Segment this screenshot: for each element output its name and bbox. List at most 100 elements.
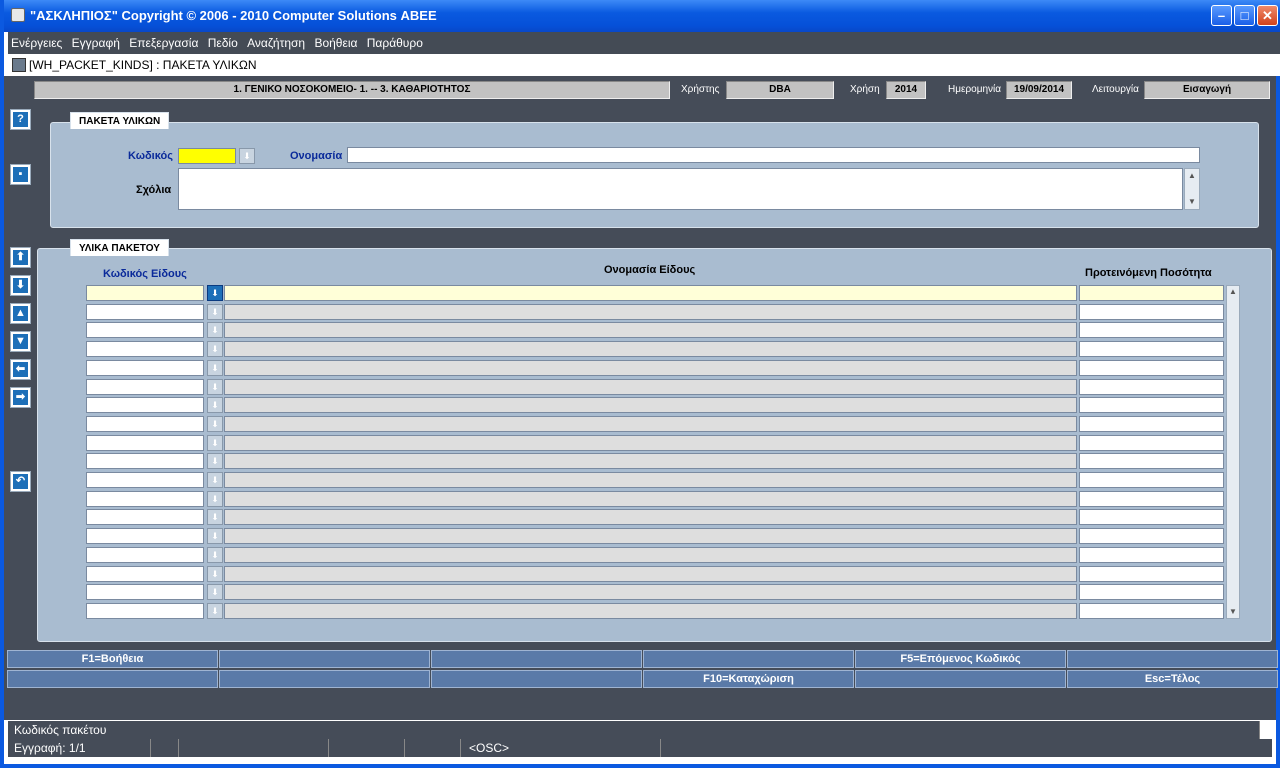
item-code-input[interactable] xyxy=(86,509,204,526)
item-qty-input[interactable] xyxy=(1079,546,1224,563)
col-suggested-qty: Προτεινόμενη Ποσότητα xyxy=(1085,267,1212,279)
fkey-button[interactable] xyxy=(219,670,430,688)
item-qty-input[interactable] xyxy=(1079,434,1224,451)
item-qty-input[interactable] xyxy=(1079,378,1224,395)
name-input[interactable] xyxy=(347,147,1200,163)
item-lov-button[interactable]: ⬇ xyxy=(207,285,223,301)
item-lov-button[interactable]: ⬇ xyxy=(207,322,223,339)
item-code-input[interactable] xyxy=(86,434,204,451)
item-lov-button[interactable]: ⬇ xyxy=(207,397,223,414)
item-lov-button[interactable]: ⬇ xyxy=(207,490,223,507)
undo-button[interactable]: ↶ xyxy=(10,471,31,492)
fkey-button[interactable] xyxy=(219,650,430,668)
item-qty-input[interactable] xyxy=(1079,472,1224,488)
code-lov-button[interactable]: ⬇ xyxy=(239,148,255,164)
fkey-button[interactable] xyxy=(855,670,1066,688)
item-lov-button[interactable]: ⬇ xyxy=(207,415,223,432)
first-record-button[interactable]: ⬆ xyxy=(10,247,31,268)
menu-help[interactable]: Βοήθεια xyxy=(311,32,360,50)
item-qty-input[interactable] xyxy=(1079,397,1224,414)
minimize-button[interactable]: – xyxy=(1211,5,1232,26)
next-record-button[interactable]: ▼ xyxy=(10,331,31,352)
comments-scrollbar[interactable]: ▲ ▼ xyxy=(1184,168,1200,210)
item-code-input[interactable] xyxy=(86,528,204,545)
fkey-button[interactable]: F1=Βοήθεια xyxy=(7,650,218,668)
item-qty-input[interactable] xyxy=(1079,415,1224,432)
item-code-input[interactable] xyxy=(86,341,204,358)
item-qty-input[interactable] xyxy=(1079,565,1224,582)
item-code-input[interactable] xyxy=(86,490,204,507)
item-qty-input[interactable] xyxy=(1079,453,1224,470)
item-code-input[interactable] xyxy=(86,584,204,601)
item-lov-button[interactable]: ⬇ xyxy=(207,528,223,545)
status-segment xyxy=(405,739,461,757)
item-code-input[interactable] xyxy=(86,453,204,470)
item-qty-input[interactable] xyxy=(1079,602,1224,619)
fkey-button[interactable] xyxy=(643,650,854,668)
help-button[interactable]: ? xyxy=(10,109,31,130)
item-code-input[interactable] xyxy=(86,378,204,395)
item-lov-button[interactable]: ⬇ xyxy=(207,602,223,619)
item-lov-button[interactable]: ⬇ xyxy=(207,378,223,395)
item-qty-input[interactable] xyxy=(1079,322,1224,339)
menu-record[interactable]: Εγγραφή xyxy=(69,32,123,50)
item-qty-input[interactable] xyxy=(1079,341,1224,358)
menu-field[interactable]: Πεδίο xyxy=(205,32,241,50)
items-scrollbar[interactable]: ▲ ▼ xyxy=(1226,285,1240,619)
maximize-button[interactable]: □ xyxy=(1234,5,1255,26)
item-lov-button[interactable]: ⬇ xyxy=(207,509,223,526)
item-qty-input[interactable] xyxy=(1079,490,1224,507)
item-lov-button[interactable]: ⬇ xyxy=(207,453,223,470)
item-code-input[interactable] xyxy=(86,359,204,376)
menu-window[interactable]: Παράθυρο xyxy=(364,32,426,50)
close-button[interactable]: ✕ xyxy=(1257,5,1278,26)
item-code-input[interactable] xyxy=(86,397,204,414)
item-code-input[interactable] xyxy=(86,415,204,432)
item-lov-button[interactable]: ⬇ xyxy=(207,303,223,320)
arrow-down-icon: ⬇ xyxy=(211,475,219,485)
item-lov-button[interactable]: ⬇ xyxy=(207,359,223,376)
scroll-down-icon[interactable]: ▼ xyxy=(1186,196,1198,208)
fkey-button[interactable] xyxy=(431,650,642,668)
scroll-up-icon[interactable]: ▲ xyxy=(1227,286,1239,298)
code-input[interactable] xyxy=(178,148,236,164)
fkey-button[interactable] xyxy=(431,670,642,688)
fkey-button[interactable] xyxy=(7,670,218,688)
fkey-button[interactable] xyxy=(1067,650,1278,668)
item-name-field xyxy=(224,415,1077,432)
last-record-button[interactable]: ⬇ xyxy=(10,275,31,296)
item-code-input[interactable] xyxy=(86,472,204,488)
item-code-input[interactable] xyxy=(86,285,204,301)
item-qty-input[interactable] xyxy=(1079,528,1224,545)
menu-edit[interactable]: Επεξεργασία xyxy=(126,32,201,50)
item-qty-input[interactable] xyxy=(1079,359,1224,376)
fkey-button[interactable]: Esc=Τέλος xyxy=(1067,670,1278,688)
scroll-down-icon[interactable]: ▼ xyxy=(1227,606,1239,618)
menu-actions[interactable]: Ενέργειες xyxy=(8,32,65,50)
item-qty-input[interactable] xyxy=(1079,509,1224,526)
save-button[interactable]: ▪ xyxy=(10,164,31,185)
item-lov-button[interactable]: ⬇ xyxy=(207,472,223,488)
menu-search[interactable]: Αναζήτηση xyxy=(244,32,308,50)
item-qty-input[interactable] xyxy=(1079,584,1224,601)
item-lov-button[interactable]: ⬇ xyxy=(207,434,223,451)
item-lov-button[interactable]: ⬇ xyxy=(207,584,223,601)
item-qty-input[interactable] xyxy=(1079,303,1224,320)
previous-block-button[interactable]: ⬅ xyxy=(10,359,31,380)
item-lov-button[interactable]: ⬇ xyxy=(207,546,223,563)
fkey-button[interactable]: F10=Καταχώριση xyxy=(643,670,854,688)
item-code-input[interactable] xyxy=(86,602,204,619)
item-code-input[interactable] xyxy=(86,565,204,582)
item-code-input[interactable] xyxy=(86,546,204,563)
item-lov-button[interactable]: ⬇ xyxy=(207,341,223,358)
arrow-down-icon: ⬇ xyxy=(211,418,219,429)
item-code-input[interactable] xyxy=(86,322,204,339)
item-code-input[interactable] xyxy=(86,303,204,320)
item-lov-button[interactable]: ⬇ xyxy=(207,565,223,582)
next-block-button[interactable]: ➡ xyxy=(10,387,31,408)
fkey-button[interactable]: F5=Επόμενος Κωδικός xyxy=(855,650,1066,668)
item-qty-input[interactable] xyxy=(1079,285,1224,301)
previous-record-button[interactable]: ▲ xyxy=(10,303,31,324)
comments-textarea[interactable] xyxy=(178,168,1183,210)
scroll-up-icon[interactable]: ▲ xyxy=(1186,170,1198,182)
